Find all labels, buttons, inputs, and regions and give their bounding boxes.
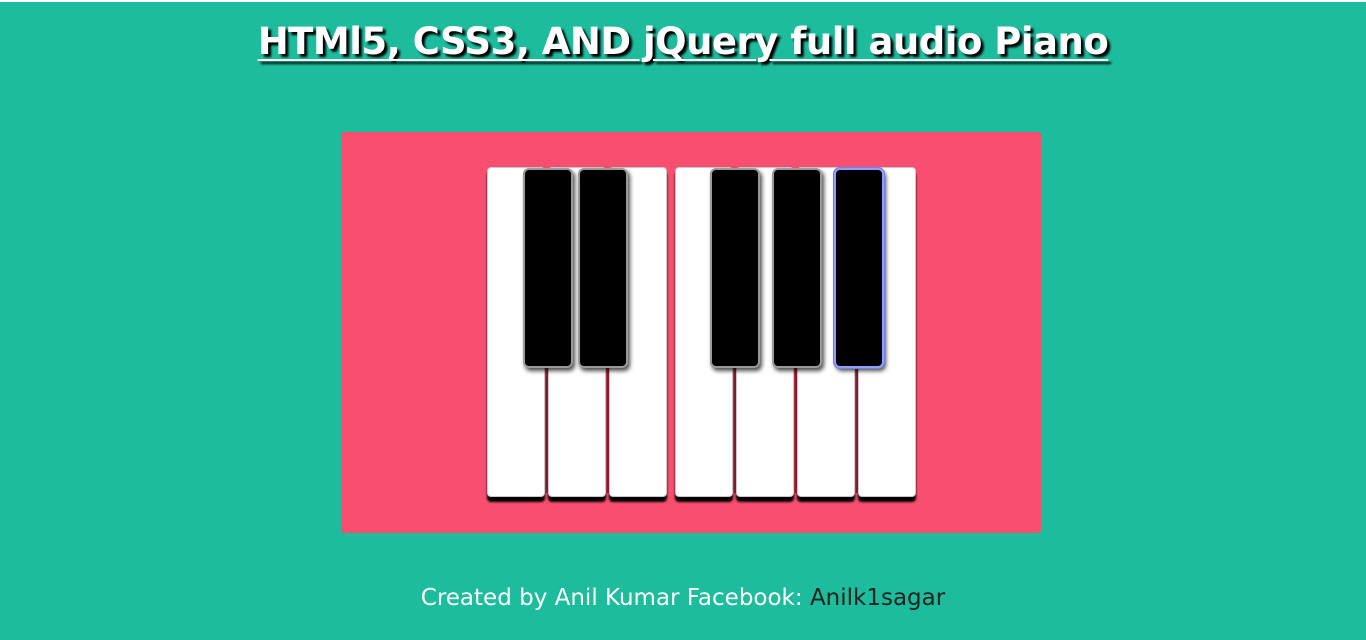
credit-text: Created by Anil Kumar Facebook: xyxy=(420,585,810,611)
page-title: HTMl5, CSS3, AND jQuery full audio Piano xyxy=(257,20,1109,63)
black-key-1[interactable] xyxy=(523,168,573,368)
black-key-4[interactable] xyxy=(772,168,822,368)
key-divider xyxy=(546,368,548,493)
key-divider xyxy=(856,368,858,493)
black-key-5[interactable] xyxy=(834,168,884,368)
footer-credit: Created by Anil Kumar Facebook: Anilk1sa… xyxy=(0,585,1366,611)
piano-panel xyxy=(341,132,1041,533)
black-key-2[interactable] xyxy=(578,168,628,368)
facebook-link[interactable]: Anilk1sagar xyxy=(810,585,945,611)
black-key-3[interactable] xyxy=(710,168,760,368)
key-divider xyxy=(795,368,797,493)
key-divider xyxy=(734,368,736,493)
key-divider xyxy=(607,368,609,493)
